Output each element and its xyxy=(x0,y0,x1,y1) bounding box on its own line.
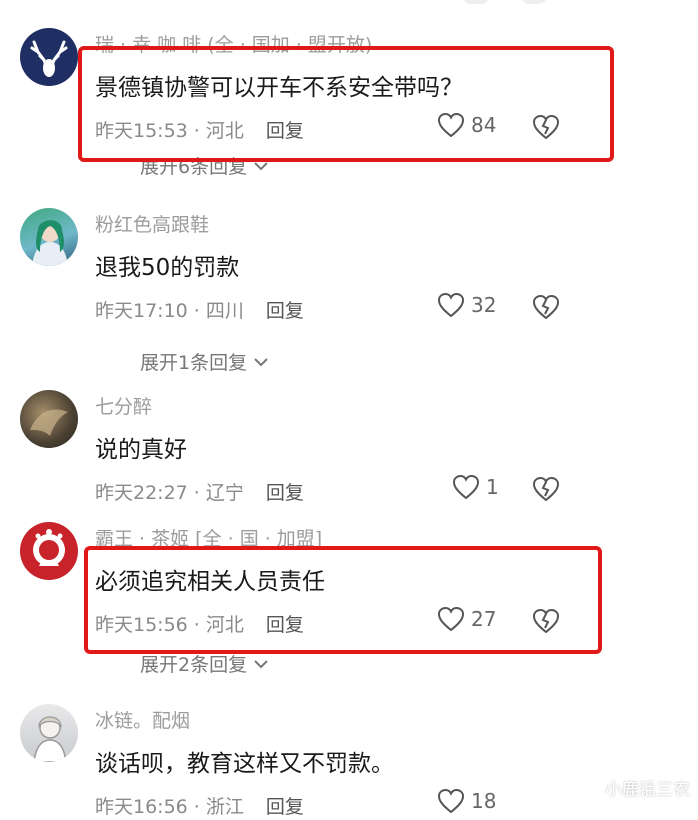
comment-item: 冰链。配烟 谈话呗，教育这样又不罚款。 昨天16:56 · 浙江 回复 18 xyxy=(0,704,698,820)
meta-separator: · xyxy=(193,796,200,818)
comment-text: 退我50的罚款 xyxy=(95,255,240,281)
brand-lady-logo-icon xyxy=(33,529,65,566)
chevron-down-icon xyxy=(254,357,268,366)
heart-outline-icon xyxy=(437,292,465,318)
top-partial-icons xyxy=(462,0,548,4)
avatar[interactable] xyxy=(20,28,78,86)
like-button[interactable]: 84 xyxy=(437,112,496,138)
meta-separator: · xyxy=(193,482,200,504)
username[interactable]: 霸王 · 茶姬 [全 · 国 · 加盟] xyxy=(95,524,322,551)
comment-time: 昨天17:10 xyxy=(95,300,188,322)
comment-time: 昨天22:27 xyxy=(95,482,188,504)
meta-separator: · xyxy=(193,614,200,636)
chevron-down-icon xyxy=(254,161,268,170)
comment-location: 四川 xyxy=(205,300,244,322)
like-button[interactable]: 27 xyxy=(437,606,496,632)
expand-replies-label: 展开2条回复 xyxy=(140,654,248,676)
reply-button[interactable]: 回复 xyxy=(266,482,304,504)
username[interactable]: 冰链。配烟 xyxy=(95,706,190,733)
username[interactable]: 七分醉 xyxy=(95,392,152,419)
reply-button[interactable]: 回复 xyxy=(266,796,304,818)
comment-location: 河北 xyxy=(205,120,244,142)
comment-item: 粉红色高跟鞋 退我50的罚款 昨天17:10 · 四川 回复 32 展开1条回复 xyxy=(0,208,698,374)
expand-replies-button[interactable]: 展开2条回复 xyxy=(140,650,269,677)
dislike-button[interactable] xyxy=(532,114,560,144)
heart-outline-icon xyxy=(437,112,465,138)
comment-meta: 昨天15:53 · 河北 回复 xyxy=(95,116,304,143)
broken-heart-icon xyxy=(532,476,560,502)
heart-outline-icon xyxy=(452,474,480,500)
heart-outline-icon xyxy=(437,606,465,632)
like-count: 1 xyxy=(486,475,499,499)
like-count: 18 xyxy=(471,789,497,813)
deer-logo-icon xyxy=(30,40,68,77)
comment-meta: 昨天16:56 · 浙江 回复 xyxy=(95,792,304,819)
comment-time: 昨天15:56 xyxy=(95,614,188,636)
dislike-button[interactable] xyxy=(532,294,560,324)
comment-meta: 昨天22:27 · 辽宁 回复 xyxy=(95,478,304,505)
broken-heart-icon xyxy=(532,114,560,140)
expand-replies-button[interactable]: 展开6条回复 xyxy=(140,152,269,179)
comment-text: 必须追究相关人员责任 xyxy=(95,569,325,595)
broken-heart-icon xyxy=(532,294,560,320)
reply-button[interactable]: 回复 xyxy=(266,614,304,636)
avatar-sketch-icon xyxy=(33,716,67,762)
comment-text: 谈话呗，教育这样又不罚款。 xyxy=(95,751,394,777)
dislike-button[interactable] xyxy=(532,608,560,638)
comment-time: 昨天15:53 xyxy=(95,120,188,142)
watermark: 小鹿话三农 xyxy=(605,780,690,800)
comment-item: 霸王 · 茶姬 [全 · 国 · 加盟] 必须追究相关人员责任 昨天15:56 ·… xyxy=(0,522,698,682)
comment-location: 辽宁 xyxy=(205,482,244,504)
meta-separator: · xyxy=(193,120,200,142)
like-button[interactable]: 18 xyxy=(437,788,496,814)
username[interactable]: 瑞 · 幸 咖 啡 (全 · 国加 · 盟开放) xyxy=(95,30,372,57)
comment-location: 浙江 xyxy=(205,796,244,818)
comment-text: 说的真好 xyxy=(95,437,187,463)
comment-item: 七分醉 说的真好 昨天22:27 · 辽宁 回复 1 xyxy=(0,390,698,510)
expand-replies-label: 展开1条回复 xyxy=(140,352,248,374)
like-count: 27 xyxy=(471,607,497,631)
reply-button[interactable]: 回复 xyxy=(266,300,304,322)
username[interactable]: 粉红色高跟鞋 xyxy=(95,210,209,237)
broken-heart-icon xyxy=(532,608,560,634)
avatar[interactable] xyxy=(20,704,78,762)
avatar[interactable] xyxy=(20,522,78,580)
like-count: 32 xyxy=(471,293,497,317)
comment-time: 昨天16:56 xyxy=(95,796,188,818)
expand-replies-button[interactable]: 展开1条回复 xyxy=(140,348,269,375)
heart-outline-icon xyxy=(437,788,465,814)
chevron-down-icon xyxy=(254,659,268,668)
expand-replies-label: 展开6条回复 xyxy=(140,156,248,178)
like-button[interactable]: 32 xyxy=(437,292,496,318)
comment-text: 景德镇协警可以开车不系安全带吗？ xyxy=(95,75,463,101)
dislike-button[interactable] xyxy=(532,476,560,506)
avatar[interactable] xyxy=(20,390,78,448)
avatar[interactable] xyxy=(20,208,78,266)
comment-item: 瑞 · 幸 咖 啡 (全 · 国加 · 盟开放) 景德镇协警可以开车不系安全带吗… xyxy=(0,28,698,178)
meta-separator: · xyxy=(193,300,200,322)
comment-meta: 昨天15:56 · 河北 回复 xyxy=(95,610,304,637)
like-button[interactable]: 1 xyxy=(452,474,499,500)
comment-location: 河北 xyxy=(205,614,244,636)
avatar-art-icon xyxy=(30,409,68,436)
reply-button[interactable]: 回复 xyxy=(266,120,304,142)
avatar-figure-icon xyxy=(32,220,68,266)
like-count: 84 xyxy=(471,113,497,137)
comment-meta: 昨天17:10 · 四川 回复 xyxy=(95,296,304,323)
